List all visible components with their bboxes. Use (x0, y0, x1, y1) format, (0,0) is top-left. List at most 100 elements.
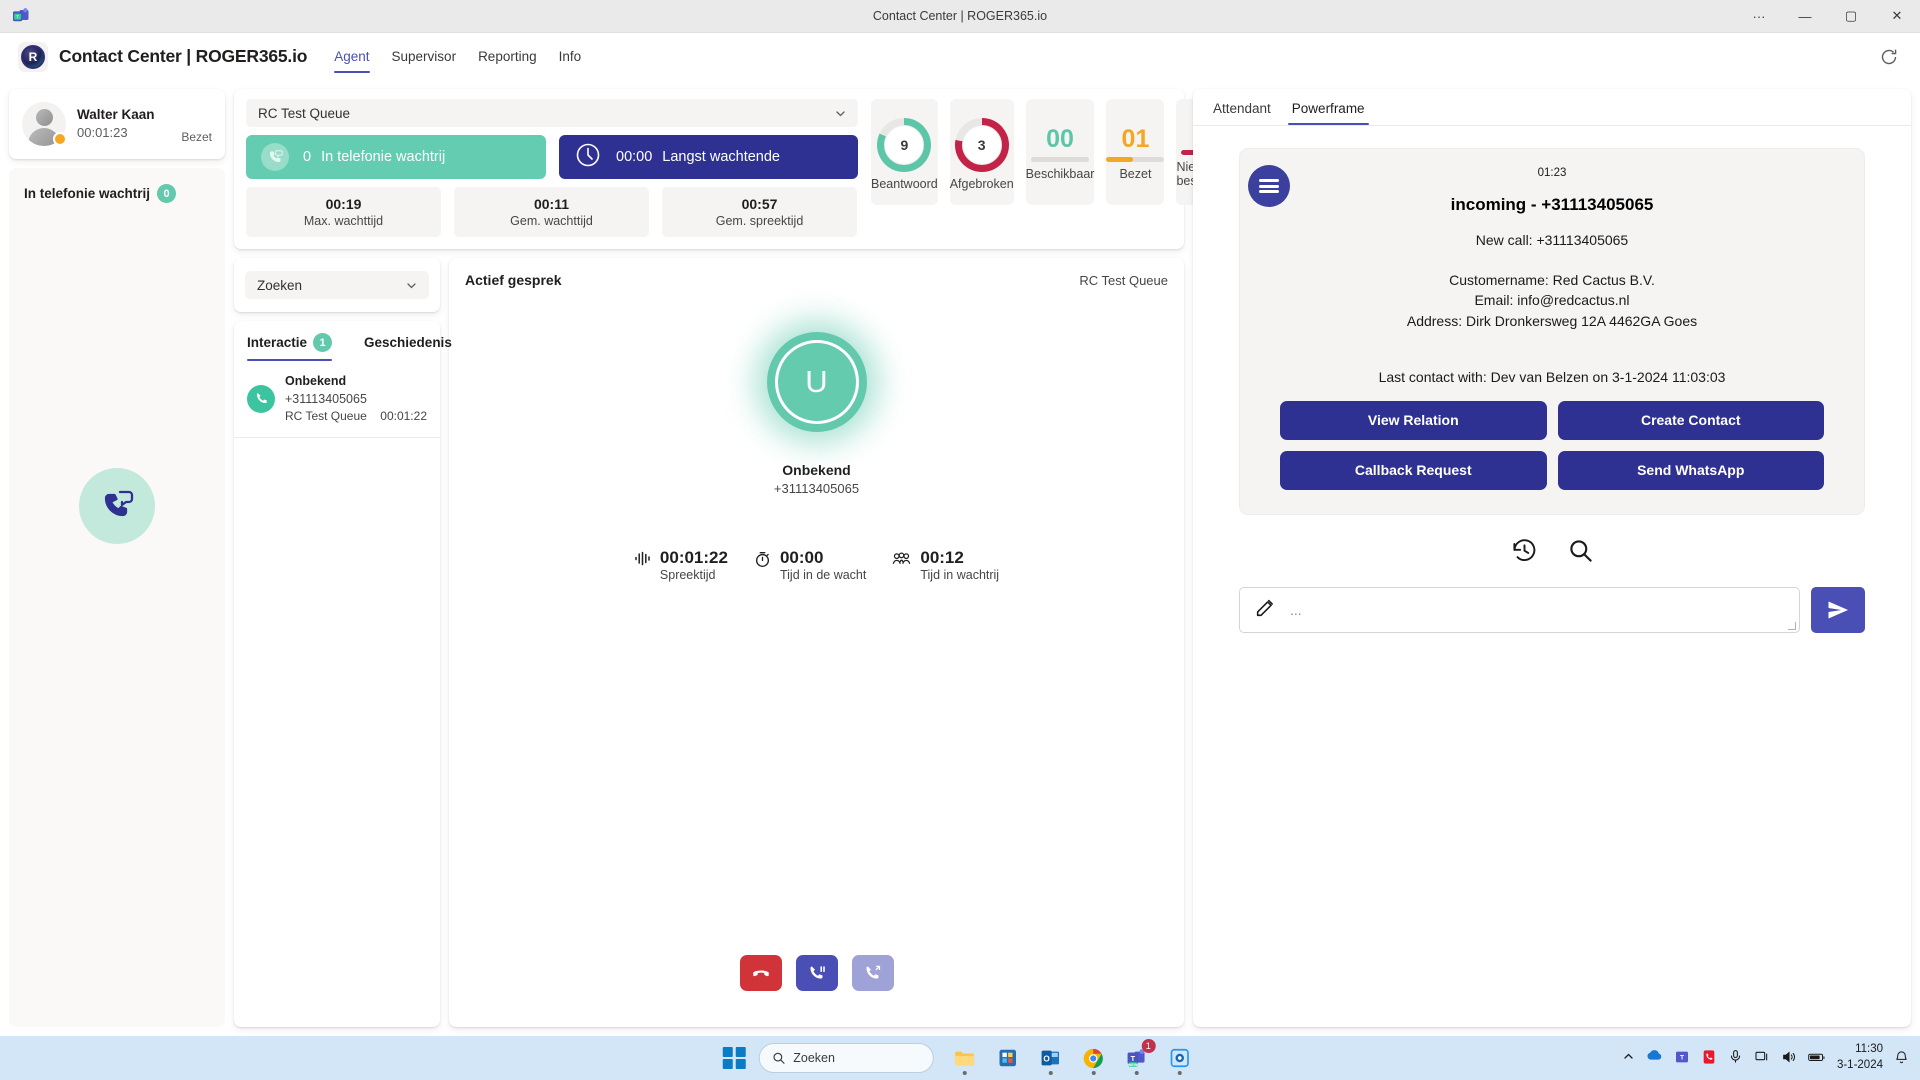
queue-waiting-pill[interactable]: 0 In telefonie wachtrij (246, 135, 546, 179)
powerframe-body: 01:23 incoming - +31113405065 New call: … (1193, 126, 1911, 1027)
transfer-button[interactable] (852, 955, 894, 991)
application-window: T Contact Center | ROGER365.io ··· — ▢ ✕… (0, 0, 1920, 1080)
window-title: Contact Center | ROGER365.io (0, 9, 1920, 23)
teams-icon[interactable]: T NEW 1 (1118, 1040, 1154, 1076)
phone-chat-icon (79, 468, 155, 544)
right-panel: Attendant Powerframe 01:23 incoming - +3… (1193, 89, 1911, 1027)
search-input[interactable]: Zoeken (245, 271, 429, 299)
tab-interactie[interactable]: Interactie 1 (247, 333, 332, 361)
clock-icon (574, 141, 602, 173)
create-contact-button[interactable]: Create Contact (1558, 401, 1825, 440)
interaction-card: Interactie 1 Geschiedenis (234, 321, 440, 1027)
tab-geschiedenis-label: Geschiedenis (364, 335, 452, 350)
hold-button[interactable] (796, 955, 838, 991)
send-button[interactable] (1811, 587, 1865, 633)
close-button[interactable]: ✕ (1874, 0, 1920, 32)
active-call-title: Actief gesprek (465, 272, 561, 288)
maximize-button[interactable]: ▢ (1828, 0, 1874, 32)
onedrive-icon[interactable] (1646, 1048, 1663, 1068)
nav-item-reporting[interactable]: Reporting (467, 33, 548, 80)
bell-icon[interactable] (1894, 1049, 1910, 1067)
tab-interactie-label: Interactie (247, 335, 307, 350)
longest-waiting-label: Langst wachtende (662, 149, 780, 165)
agent-timer: 00:01:23 (77, 124, 170, 142)
window-controls: ··· — ▢ ✕ (1736, 0, 1920, 32)
workspace: Zoeken Interactie 1 (234, 258, 1184, 1027)
clock-time: 11:30 (1837, 1042, 1883, 1058)
people-icon (892, 551, 911, 570)
longest-waiting-pill[interactable]: 00:00 Langst wachtende (559, 135, 858, 179)
powerframe-title: incoming - +31113405065 (1280, 195, 1824, 215)
center-column: RC Test Queue (234, 80, 1193, 1036)
stats-bar: RC Test Queue (234, 89, 1184, 249)
kpi-available: 00 Beschikbaar (1026, 99, 1095, 205)
kpi-busy: 01 Bezet (1106, 99, 1164, 205)
taskbar-search-placeholder: Zoeken (793, 1051, 835, 1065)
tab-geschiedenis[interactable]: Geschiedenis (364, 335, 452, 359)
teams-icon: T (10, 5, 32, 27)
list-item[interactable]: Onbekend +31113405065 RC Test Queue 00:0… (234, 361, 440, 438)
taskbar-clock[interactable]: 11:30 3-1-2024 (1837, 1042, 1883, 1073)
active-call-header: Actief gesprek RC Test Queue (465, 272, 1168, 288)
powerframe-newcall: New call: +31113405065 (1280, 232, 1824, 248)
outlook-icon[interactable]: O (1032, 1040, 1068, 1076)
tab-attendant[interactable]: Attendant (1207, 101, 1277, 125)
search-icon[interactable] (1567, 537, 1594, 567)
donut-answered: 9 (877, 118, 931, 172)
caller-avatar: U (767, 332, 867, 432)
right-panel-tabs: Attendant Powerframe (1193, 89, 1911, 126)
message-input[interactable]: ... (1239, 587, 1800, 633)
history-icon[interactable] (1511, 537, 1538, 567)
hamburger-icon[interactable] (1248, 165, 1290, 207)
list-item-queue: RC Test Queue (285, 408, 367, 425)
right-column: Attendant Powerframe 01:23 incoming - +3… (1193, 80, 1920, 1036)
minimize-button[interactable]: — (1782, 0, 1828, 32)
stat-avg-wait-value: 00:11 (534, 196, 569, 212)
edit-icon (1254, 597, 1276, 622)
view-relation-button[interactable]: View Relation (1280, 401, 1547, 440)
app-nav: Agent Supervisor Reporting Info (323, 33, 592, 80)
sidebar-queue-label: In telefonie wachtrij (24, 186, 150, 201)
window-titlebar: T Contact Center | ROGER365.io ··· — ▢ ✕ (0, 0, 1920, 33)
avatar (22, 102, 66, 146)
battery-icon[interactable] (1808, 1050, 1826, 1067)
display-icon[interactable] (1754, 1049, 1770, 1068)
page-title: Contact Center | ROGER365.io (59, 46, 307, 67)
more-options-button[interactable]: ··· (1736, 0, 1782, 32)
volume-icon[interactable] (1781, 1049, 1797, 1068)
interaction-list: Onbekend +31113405065 RC Test Queue 00:0… (234, 361, 440, 438)
phone-tray-icon[interactable] (1701, 1049, 1717, 1068)
resize-grip[interactable] (1788, 622, 1796, 630)
kpi-available-label: Beschikbaar (1026, 167, 1095, 181)
tab-powerframe[interactable]: Powerframe (1286, 101, 1371, 125)
taskbar-search-input[interactable]: Zoeken (758, 1043, 933, 1073)
callback-request-button[interactable]: Callback Request (1280, 451, 1547, 490)
nav-item-agent[interactable]: Agent (323, 33, 380, 80)
refresh-icon[interactable] (1876, 44, 1902, 70)
stat-avg-wait: 00:11 Gem. wachttijd (454, 187, 649, 237)
roger365-icon[interactable] (1161, 1040, 1197, 1076)
kpi-available-value: 00 (1046, 127, 1074, 152)
queue-select-value: RC Test Queue (258, 106, 350, 121)
message-composer: ... (1239, 587, 1865, 633)
timer-queuetime: 00:12 Tijd in wachtrij (892, 548, 999, 582)
stat-avg-talk: 00:57 Gem. spreektijd (662, 187, 857, 237)
chevron-up-icon[interactable] (1622, 1050, 1635, 1066)
chrome-icon[interactable] (1075, 1040, 1111, 1076)
svg-text:T: T (1130, 1054, 1135, 1063)
start-button[interactable] (723, 1047, 746, 1070)
stat-max-wait: 00:19 Max. wachttijd (246, 187, 441, 237)
teams-tray-icon[interactable]: T (1674, 1049, 1690, 1068)
interaction-tabs: Interactie 1 Geschiedenis (234, 321, 440, 361)
nav-item-supervisor[interactable]: Supervisor (381, 33, 468, 80)
microsoft-store-icon[interactable] (989, 1040, 1025, 1076)
microphone-icon[interactable] (1728, 1049, 1743, 1067)
nav-item-info[interactable]: Info (548, 33, 593, 80)
hangup-button[interactable] (740, 955, 782, 991)
queue-select[interactable]: RC Test Queue (246, 99, 858, 127)
app-body: Walter Kaan 00:01:23 Bezet In telefonie … (0, 80, 1920, 1036)
logo-letter: R (21, 45, 45, 69)
file-explorer-icon[interactable] (946, 1040, 982, 1076)
timer-queuetime-label: Tijd in wachtrij (920, 568, 999, 582)
send-whatsapp-button[interactable]: Send WhatsApp (1558, 451, 1825, 490)
